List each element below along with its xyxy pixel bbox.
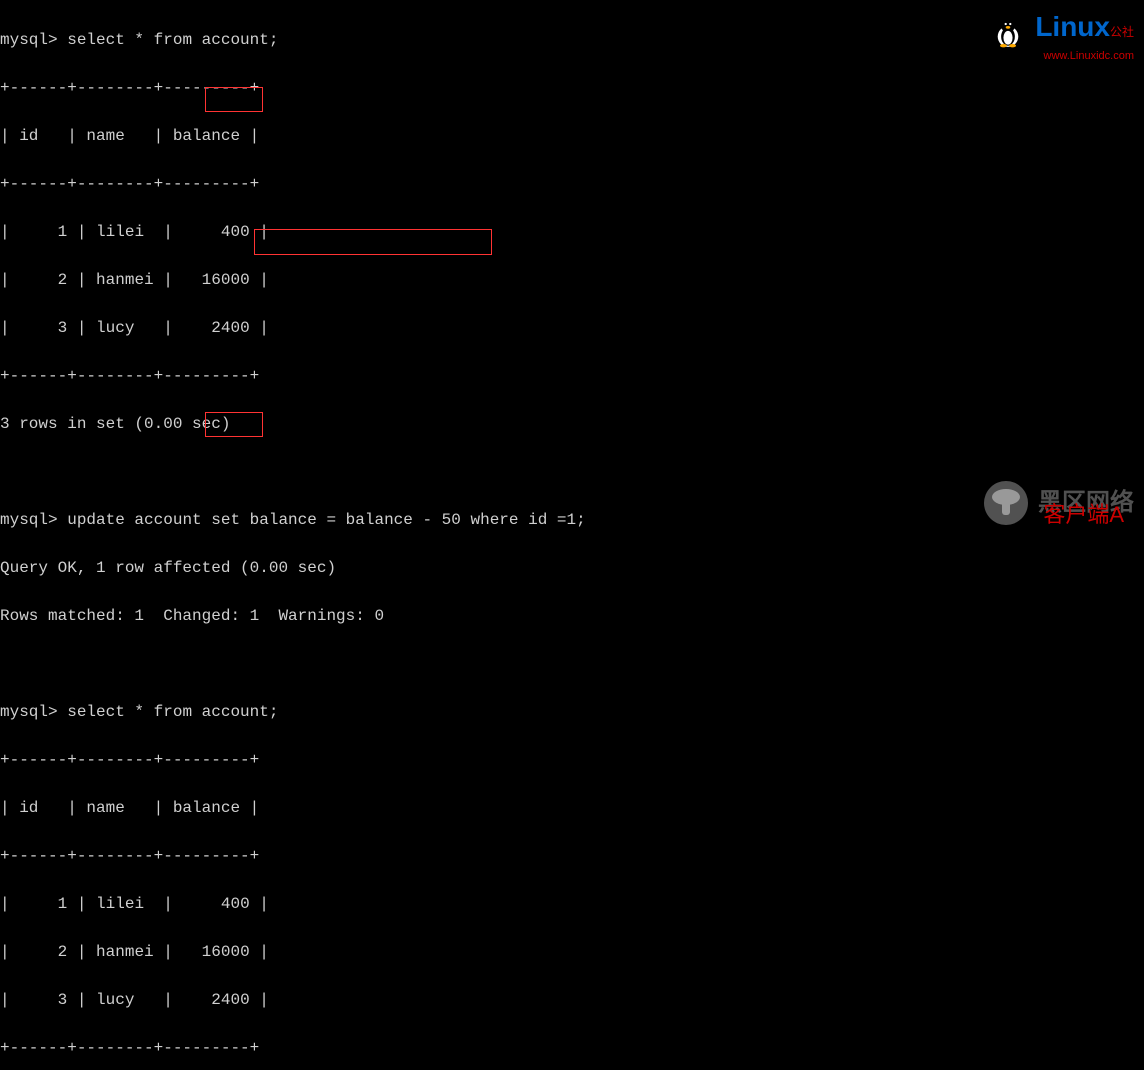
terminal-output: mysql> select * from account; +------+--… [0,4,1144,1070]
table-separator: +------+--------+---------+ [0,172,1144,196]
logo-url: www.Linuxidc.com [994,48,1134,65]
table-row: | 2 | hanmei | 16000 | [0,268,1144,292]
table-row: | 1 | lilei | 400 | [0,892,1144,916]
table-row: | 3 | lucy | 2400 | [0,988,1144,1012]
table-separator: +------+--------+---------+ [0,1036,1144,1060]
sql-query: select * from account; [67,31,278,49]
sql-query: update account set [67,511,240,529]
table-row: | 3 | lucy | 2400 | [0,316,1144,340]
client-label: 客户端A [1043,498,1124,531]
sql-highlight: balance = balance - 50 [240,511,470,529]
logo-text: Linux [1035,11,1110,42]
mysql-prompt: mysql> [0,31,58,49]
table-separator: +------+--------+---------+ [0,76,1144,100]
table-separator: +------+--------+---------+ [0,844,1144,868]
sql-query: where id =1; [470,511,585,529]
table-row: | 1 | lilei | 400 | [0,220,1144,244]
mushroom-icon [982,479,1030,527]
prompt-line[interactable]: mysql> select * from account; [0,28,1144,52]
sql-query: select * from account; [67,703,278,721]
result-message: Query OK, 1 row affected (0.00 sec) [0,556,1144,580]
table-separator: +------+--------+---------+ [0,364,1144,388]
mysql-prompt: mysql> [0,511,58,529]
table-row: | 2 | hanmei | 16000 | [0,940,1144,964]
prompt-line[interactable]: mysql> select * from account; [0,700,1144,724]
result-message: 3 rows in set (0.00 sec) [0,412,1144,436]
linux-logo: Linux公社 www.Linuxidc.com [994,6,1134,65]
penguin-icon [994,16,1022,48]
result-message: Rows matched: 1 Changed: 1 Warnings: 0 [0,604,1144,628]
logo-subtitle: 公社 [1110,25,1134,39]
blank-line [0,460,1144,484]
table-header: | id | name | balance | [0,796,1144,820]
table-separator: +------+--------+---------+ [0,748,1144,772]
prompt-line[interactable]: mysql> update account set balance = bala… [0,508,1144,532]
blank-line [0,652,1144,676]
table-header: | id | name | balance | [0,124,1144,148]
mysql-prompt: mysql> [0,703,58,721]
